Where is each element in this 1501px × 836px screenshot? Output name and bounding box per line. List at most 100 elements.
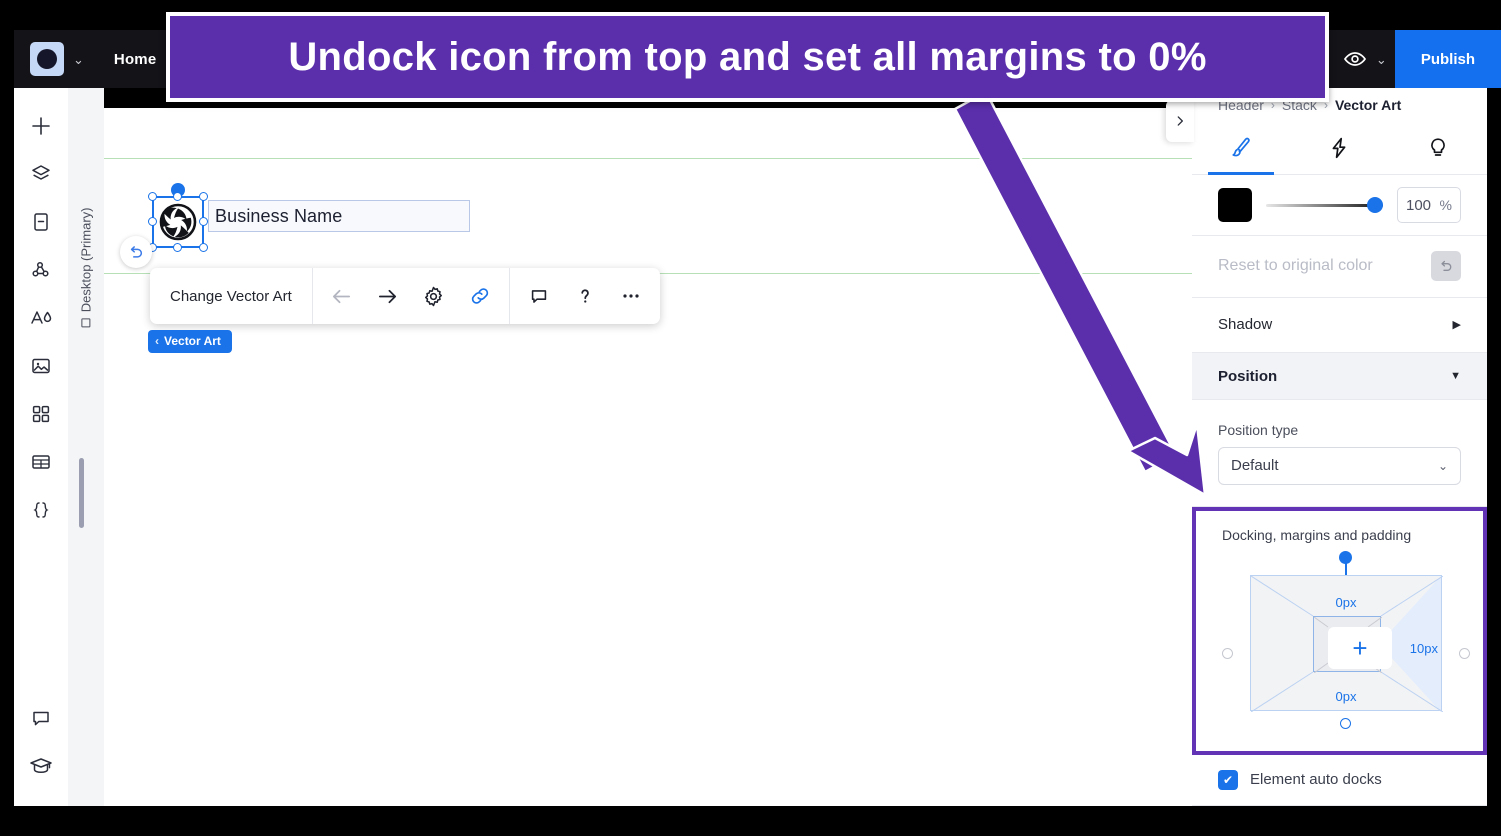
gear-icon <box>425 286 443 306</box>
reset-color-button[interactable] <box>1431 251 1461 282</box>
opacity-row: 100 % <box>1192 175 1487 237</box>
position-section-header[interactable]: Position ▼ <box>1192 352 1487 401</box>
lightning-icon <box>1333 137 1346 158</box>
lightbulb-icon <box>1430 138 1445 156</box>
sidebar-item-learn[interactable] <box>14 742 68 790</box>
link-button[interactable] <box>457 268 503 324</box>
margin-right-value[interactable]: 10px <box>1410 641 1438 656</box>
apps-grid-icon <box>32 405 50 423</box>
nav-item-home[interactable]: Home <box>114 51 156 68</box>
page-icon <box>34 213 48 231</box>
opacity-slider-track <box>1266 203 1383 207</box>
resize-handle-top-center[interactable] <box>173 192 182 201</box>
monitor-icon <box>81 318 91 328</box>
color-swatch[interactable] <box>1218 188 1252 223</box>
reset-color-label: Reset to original color <box>1218 257 1373 275</box>
send-backward-button[interactable] <box>319 268 365 324</box>
sidebar-item-site-structure[interactable] <box>14 246 68 294</box>
dock-padding-area[interactable]: + <box>1313 616 1392 674</box>
auto-dock-checkbox[interactable]: ✔ <box>1218 769 1238 790</box>
sidebar-item-feedback[interactable] <box>14 694 68 742</box>
code-braces-icon <box>33 502 49 518</box>
position-type-select[interactable]: Default ⌄ <box>1218 446 1461 485</box>
opacity-slider-thumb[interactable] <box>1367 197 1383 214</box>
comment-button[interactable] <box>516 268 562 324</box>
resize-handle-middle-right[interactable] <box>199 217 208 226</box>
chevron-left-icon: ‹ <box>155 334 159 348</box>
resize-handle-top-left[interactable] <box>148 192 157 201</box>
opacity-unit: % <box>1439 197 1452 214</box>
graduation-cap-icon <box>30 758 52 774</box>
logo-chevron-down-icon[interactable]: ⌄ <box>73 53 84 66</box>
tab-ai[interactable] <box>1389 122 1487 174</box>
bring-forward-button[interactable] <box>365 268 411 324</box>
breadcrumb-item-vector-art[interactable]: Vector Art <box>1335 97 1401 113</box>
sidebar-item-content[interactable] <box>14 438 68 486</box>
tab-interactions[interactable] <box>1290 122 1388 174</box>
eye-icon <box>1343 52 1366 66</box>
sidebar-item-apps[interactable] <box>14 390 68 438</box>
arrow-right-icon <box>379 289 397 303</box>
guide-line-top <box>104 158 1192 159</box>
active-tab-underline <box>1208 171 1274 175</box>
dock-handle-bottom[interactable] <box>1340 718 1351 730</box>
rail-bottom-group <box>14 694 68 806</box>
sidebar-item-theme[interactable] <box>14 294 68 342</box>
shadow-row[interactable]: Shadow ▶ <box>1192 298 1487 353</box>
sidebar-item-dev-mode[interactable] <box>14 486 68 534</box>
selection-box[interactable] <box>148 183 208 252</box>
auto-dock-label: Element auto docks <box>1250 771 1382 789</box>
canvas-scrollbar[interactable] <box>79 458 84 528</box>
paintbrush-icon <box>1232 137 1250 157</box>
resize-handle-bottom-right[interactable] <box>199 243 208 252</box>
position-type-label: Position type <box>1218 421 1299 438</box>
arrow-left-icon <box>333 289 351 303</box>
dock-handle-left[interactable] <box>1222 648 1233 660</box>
comment-icon <box>531 290 546 303</box>
panel-tabs <box>1192 122 1487 175</box>
resize-handle-bottom-center[interactable] <box>173 243 182 252</box>
publish-button[interactable]: Publish <box>1394 30 1501 88</box>
resize-handle-top-right[interactable] <box>199 192 208 201</box>
element-type-tag-label: Vector Art <box>164 334 221 348</box>
docking-title: Docking, margins and padding <box>1222 527 1412 544</box>
change-vector-art-button[interactable]: Change Vector Art <box>150 268 313 324</box>
undo-button[interactable] <box>120 236 152 268</box>
question-mark-icon <box>581 289 589 303</box>
caret-down-icon: ▼ <box>1450 370 1461 383</box>
more-options-button[interactable] <box>608 268 654 324</box>
margin-bottom-value[interactable]: 0px <box>1336 689 1357 704</box>
docking-widget: + 0px 10px 0px <box>1222 551 1470 730</box>
device-label[interactable]: Desktop (Primary) <box>79 208 94 328</box>
opacity-input[interactable]: 100 % <box>1397 187 1461 224</box>
dock-handle-right[interactable] <box>1459 648 1470 660</box>
topbar-right-group: ⌄ Publish <box>1337 30 1501 88</box>
margin-top-value[interactable]: 0px <box>1336 595 1357 610</box>
editor-canvas[interactable]: Business Name Change Vector Art ‹ Vector… <box>104 108 1192 806</box>
resize-handle-middle-left[interactable] <box>148 217 157 226</box>
opacity-value: 100 <box>1406 196 1432 214</box>
dock-center-add-button[interactable]: + <box>1328 627 1392 670</box>
panel-collapse-toggle[interactable] <box>1166 100 1194 142</box>
business-name-text[interactable]: Business Name <box>208 200 470 232</box>
opacity-slider[interactable] <box>1266 195 1383 215</box>
help-button[interactable] <box>562 268 608 324</box>
tab-design[interactable] <box>1192 122 1290 174</box>
preview-chevron-down-icon[interactable]: ⌄ <box>1376 53 1387 66</box>
preview-control[interactable]: ⌄ <box>1337 47 1395 71</box>
circle-logo-icon[interactable] <box>30 42 64 76</box>
sidebar-item-media[interactable] <box>14 342 68 390</box>
settings-button[interactable] <box>411 268 457 324</box>
sidebar-item-pages[interactable] <box>14 198 68 246</box>
chevron-right-icon <box>1177 116 1183 126</box>
shadow-label: Shadow <box>1218 316 1273 334</box>
device-label-text: Desktop (Primary) <box>78 207 94 313</box>
sidebar-item-layers[interactable] <box>14 150 68 198</box>
sidebar-item-add-element[interactable] <box>14 102 68 150</box>
properties-panel: Header › Stack › Vector Art 100 % Reset … <box>1192 88 1487 806</box>
undo-icon <box>1441 261 1452 272</box>
position-type-row: Position type Default ⌄ <box>1192 400 1487 508</box>
sitemap-icon <box>32 261 49 277</box>
instruction-banner-text: Undock icon from top and set all margins… <box>288 34 1207 79</box>
element-type-tag[interactable]: ‹ Vector Art <box>148 330 232 353</box>
